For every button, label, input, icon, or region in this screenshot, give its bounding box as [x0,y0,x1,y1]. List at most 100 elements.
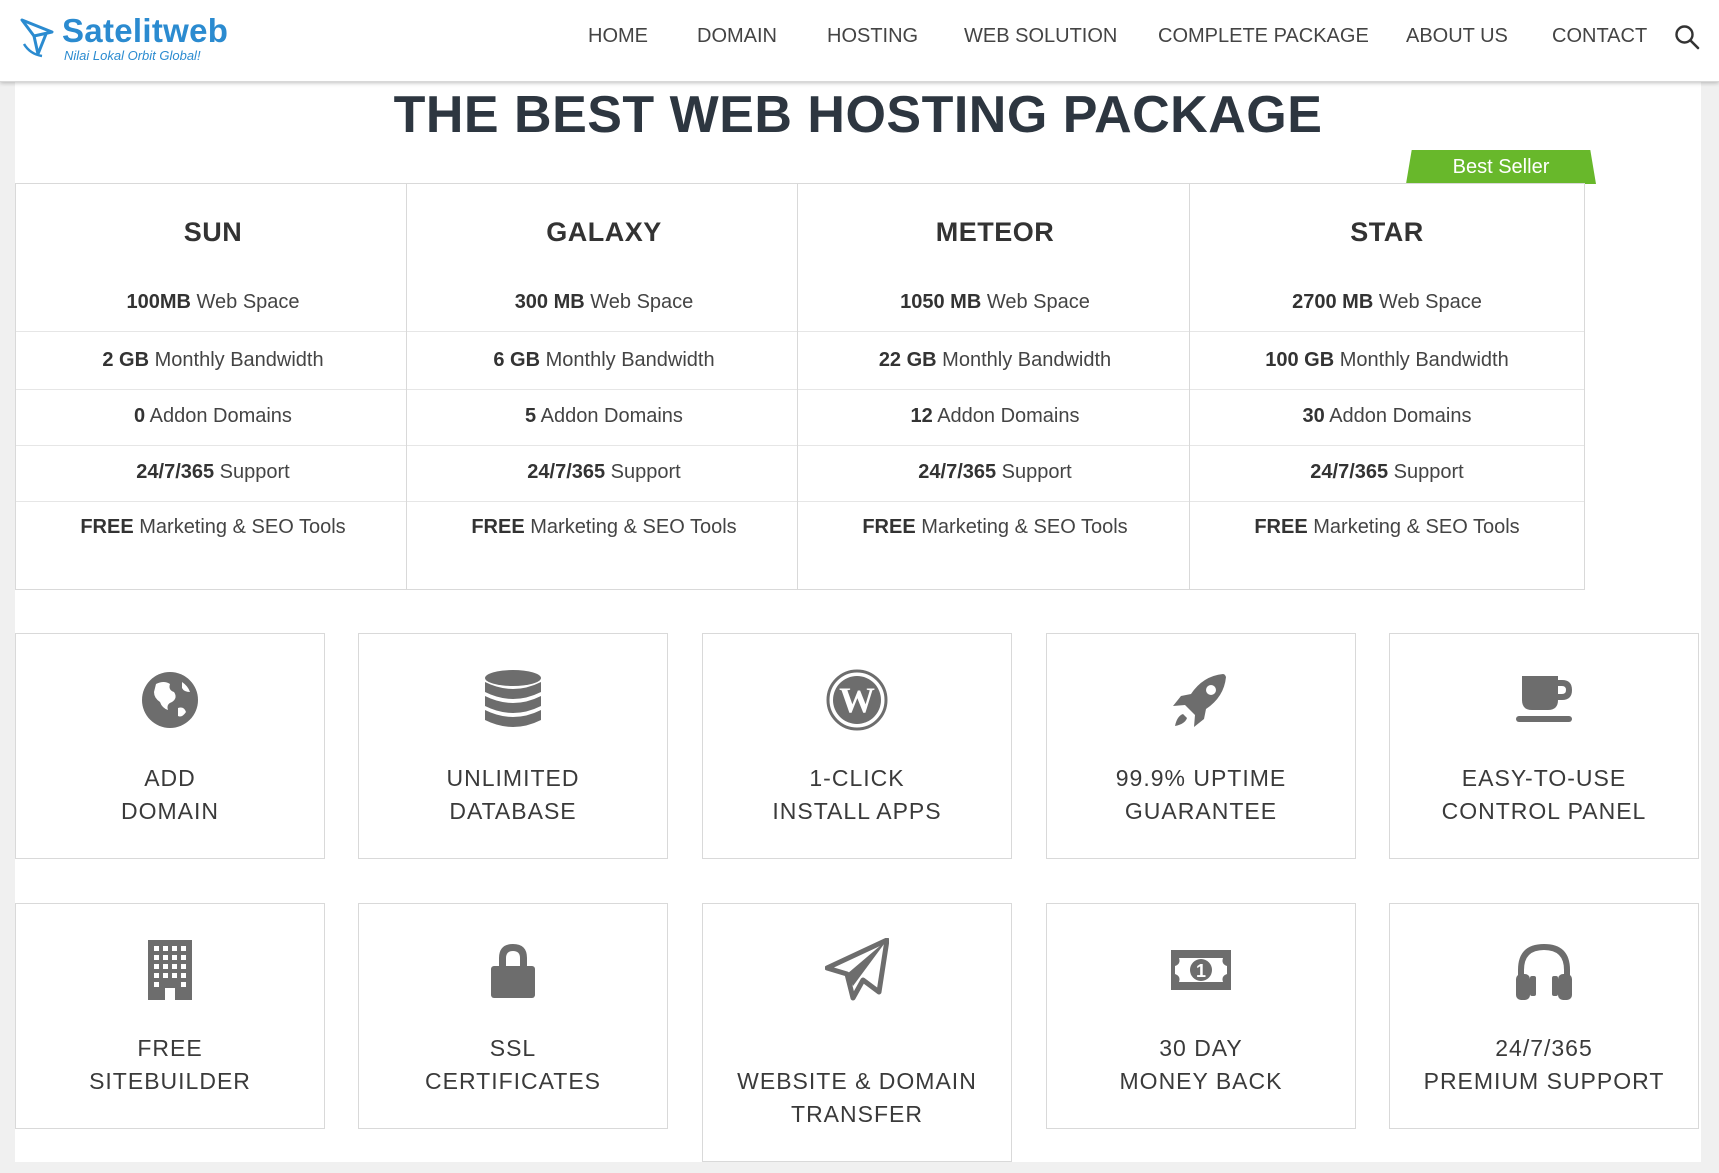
plan-card-meteor[interactable]: METEOR 1050 MB Web Space 22 GB Monthly Ban… [797,183,1193,590]
main-nav: HOME DOMAIN HOSTING WEB SOLUTION COMPLET… [0,0,1719,78]
feature-tile-line: CERTIFICATES [425,1068,601,1094]
plan-feature-value: 12 [910,405,933,427]
money-icon: 1 [1169,938,1233,1002]
feature-tile-line: 1-CLICK [809,765,905,791]
plan-feature: FREE Marketing & SEO Tools [798,497,1192,557]
feature-tile-line: FREE [137,1035,203,1061]
plan-feature: FREE Marketing & SEO Tools [1190,497,1584,557]
plan-feature-label: Addon Domains [145,405,292,427]
plan-feature-label: Monthly Bandwidth [1334,349,1509,371]
plan-feature-label: Monthly Bandwidth [540,349,715,371]
feature-tile-label: FREE SITEBUILDER [16,1032,324,1098]
feature-tile-line: EASY-TO-USE [1461,765,1627,791]
plan-feature-label: Addon Domains [536,405,683,427]
plan-feature: 22 GB Monthly Bandwidth [798,330,1192,390]
feature-tile: WEBSITE & DOMAIN TRANSFER [702,903,1012,1162]
plan-feature: 300 MB Web Space [407,272,801,332]
plan-feature-label: Marketing & SEO Tools [1307,516,1520,538]
plan-feature-value: 24/7/365 [527,461,606,483]
feature-tile-line: SSL [489,1035,537,1061]
plan-feature-label: Marketing & SEO Tools [915,516,1128,538]
plan-feature-value: 24/7/365 [918,461,997,483]
feature-tile-label: ADD DOMAIN [16,762,324,828]
plan-name: STAR [1350,217,1424,247]
nav-contact[interactable]: CONTACT [1552,25,1647,48]
headphones-icon [1512,938,1576,1002]
coffee-cup-icon [1512,668,1576,732]
nav-home[interactable]: HOME [588,25,648,48]
plan-feature-value: 2 GB [102,349,150,371]
feature-tile-label: 1-CLICK INSTALL APPS [703,762,1011,828]
feature-tile: W 1-CLICK INSTALL APPS [702,633,1012,859]
plan-feature-value: 30 [1302,405,1325,427]
plan-feature-value: 24/7/365 [1310,461,1389,483]
feature-tile-line: TRANSFER [791,1101,923,1127]
plan-feature-value: 300 MB [514,291,585,313]
main-content: THE BEST WEB HOSTING PACKAGE Best Seller… [15,82,1701,1162]
wordpress-icon: W [825,668,889,732]
plan-feature: 0 Addon Domains [16,386,410,446]
plan-feature: 100MB Web Space [16,272,410,332]
rocket-icon [1169,668,1233,732]
nav-about-us[interactable]: ABOUT US [1406,25,1508,48]
plan-feature: 12 Addon Domains [798,386,1192,446]
feature-tile: 1 30 DAY MONEY BACK [1046,903,1356,1129]
plan-feature-label: Monthly Bandwidth [149,349,324,371]
feature-tile-line: INSTALL APPS [772,798,942,824]
feature-tile-line: CONTROL PANEL [1441,798,1647,824]
nav-web-solution[interactable]: WEB SOLUTION [964,25,1117,48]
plan-feature-value: 5 [525,405,537,427]
feature-tile-label: EASY-TO-USE CONTROL PANEL [1390,762,1698,828]
feature-tile: UNLIMITED DATABASE [358,633,668,859]
nav-complete-package[interactable]: COMPLETE PACKAGE [1158,25,1369,48]
svg-text:1: 1 [1196,961,1206,981]
plan-feature-label: Monthly Bandwidth [936,349,1112,371]
feature-tile-label: SSL CERTIFICATES [359,1032,667,1098]
feature-tile-line: 30 DAY [1159,1035,1243,1061]
feature-tile-line: DOMAIN [121,798,219,824]
plan-feature-value: FREE [471,516,525,538]
plan-feature-label: Marketing & SEO Tools [524,516,737,538]
building-icon [138,938,202,1002]
plan-feature: 100 GB Monthly Bandwidth [1190,330,1584,390]
plan-feature-label: Addon Domains [932,405,1080,427]
plan-feature-value: 100MB [126,291,191,313]
plan-feature: FREE Marketing & SEO Tools [16,497,410,557]
feature-tile-label: 24/7/365 PREMIUM SUPPORT [1390,1032,1698,1098]
plan-card-star[interactable]: STAR 2700 MB Web Space 100 GB Monthly Band… [1189,183,1585,590]
plan-feature-label: Support [605,461,681,483]
lock-icon [481,938,545,1002]
feature-tile-label: WEBSITE & DOMAIN TRANSFER [703,1065,1011,1131]
feature-tile-label: UNLIMITED DATABASE [359,762,667,828]
feature-tile: ADD DOMAIN [15,633,325,859]
plan-feature-label: Addon Domains [1324,405,1472,427]
plan-name: METEOR [935,217,1055,247]
feature-tile-line: GUARANTEE [1124,798,1278,824]
feature-tile-label: 99.9% UPTIME GUARANTEE [1047,762,1355,828]
nav-domain[interactable]: DOMAIN [697,25,777,48]
plan-feature-label: Web Space [1373,291,1482,313]
feature-tile-line: MONEY BACK [1119,1068,1283,1094]
feature-tile-line: 99.9% UPTIME [1115,765,1287,791]
plan-feature: 5 Addon Domains [407,386,801,446]
plan-feature: 30 Addon Domains [1190,386,1584,446]
search-icon[interactable] [1674,24,1700,50]
plan-feature-value: 2700 MB [1292,291,1374,313]
plan-feature-value: FREE [862,516,916,538]
feature-tile: FREE SITEBUILDER [15,903,325,1129]
nav-hosting[interactable]: HOSTING [827,25,918,48]
plan-feature: 24/7/365 Support [16,442,410,502]
plan-feature-value: 24/7/365 [136,461,215,483]
plan-feature-label: Marketing & SEO Tools [133,516,346,538]
feature-tile-line: UNLIMITED [446,765,580,791]
feature-tile: 99.9% UPTIME GUARANTEE [1046,633,1356,859]
plan-feature-label: Web Space [190,291,300,313]
feature-tile-line: PREMIUM SUPPORT [1423,1068,1665,1094]
plan-card-galaxy[interactable]: GALAXY 300 MB Web Space 6 GB Monthly Bandw… [406,183,802,590]
plan-name: GALAXY [546,217,662,247]
feature-tile: 24/7/365 PREMIUM SUPPORT [1389,903,1699,1129]
plan-card-sun[interactable]: SUN 100MB Web Space 2 GB Monthly Bandwidth… [15,183,411,590]
feature-tile: SSL CERTIFICATES [358,903,668,1129]
paper-plane-icon [824,937,890,1002]
svg-text:W: W [839,680,875,720]
